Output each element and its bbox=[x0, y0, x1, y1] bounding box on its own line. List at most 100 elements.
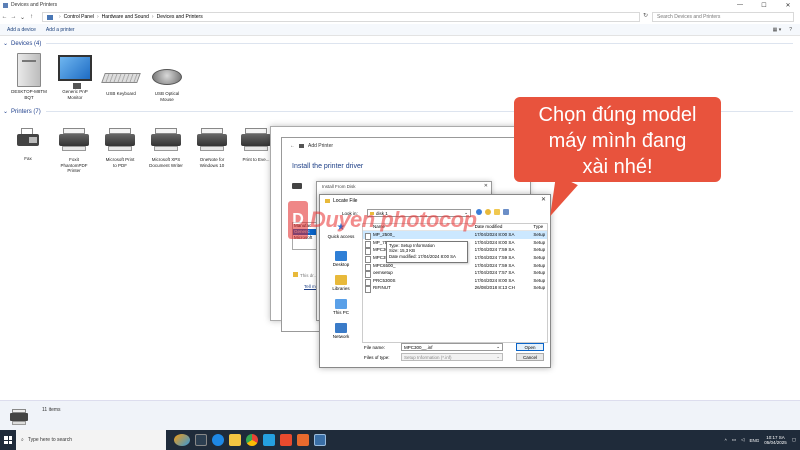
printer-label: Microsoft XPS Document Writer bbox=[149, 157, 183, 168]
place-network[interactable]: Network bbox=[327, 323, 355, 339]
driver-signed-note: This dr... bbox=[293, 272, 317, 278]
place-this-pc[interactable]: This PC bbox=[327, 299, 355, 315]
place-label: This PC bbox=[332, 310, 349, 315]
device-mouse[interactable]: USB Optical Mouse bbox=[144, 55, 190, 102]
watermark-text: Duyen photocop bbox=[310, 207, 477, 232]
window-controls: — ☐ ✕ bbox=[728, 0, 800, 10]
cancel-button[interactable]: Cancel bbox=[516, 353, 544, 361]
system-tray: ^ ▭ ◁ ENG 10:17 SA 05/04/2025 ▢ bbox=[725, 430, 796, 450]
file-type: Setup bbox=[533, 285, 546, 291]
printer-group-icon bbox=[10, 409, 32, 427]
add-printer-heading: Install the printer driver bbox=[292, 163, 364, 170]
back-arrow-icon[interactable]: ← bbox=[290, 143, 295, 149]
search-input[interactable]: Search Devices and Printers bbox=[652, 12, 794, 22]
files-of-type-select[interactable]: Setup Information (*.inf) ⌄ bbox=[401, 353, 503, 361]
view-options-icon[interactable]: ▦ ▾ bbox=[773, 27, 782, 33]
mouse-icon bbox=[152, 69, 182, 85]
chevron-up-icon[interactable]: ^ bbox=[725, 438, 727, 443]
task-view-icon[interactable] bbox=[195, 434, 207, 446]
recent-chevron-icon[interactable]: ⌄ bbox=[18, 14, 27, 21]
clock-date: 05/04/2025 bbox=[764, 440, 787, 445]
widgets-icon[interactable] bbox=[174, 434, 190, 446]
breadcrumb-devices-printers[interactable]: Devices and Printers bbox=[157, 14, 203, 20]
network-icon[interactable]: ▭ bbox=[732, 437, 736, 443]
minimize-button[interactable]: — bbox=[728, 0, 752, 10]
place-libraries[interactable]: Libraries bbox=[327, 275, 355, 291]
file-name-input[interactable]: MPC300__.inf ⌄ bbox=[401, 343, 503, 351]
breadcrumb-control-panel[interactable]: Control Panel bbox=[64, 14, 94, 20]
libraries-icon bbox=[335, 275, 347, 285]
callout-line: Chọn đúng model bbox=[538, 104, 697, 126]
taskbar-search[interactable]: ⌕ Type here to search bbox=[16, 430, 166, 450]
add-printer-button[interactable]: Add a printer bbox=[46, 27, 75, 33]
address-bar[interactable]: › Control Panel › Hardware and Sound › D… bbox=[42, 12, 640, 22]
file-tooltip: Type: Setup Information Size: 15,3 KB Da… bbox=[386, 241, 468, 263]
chrome-icon[interactable] bbox=[246, 434, 258, 446]
group-chevron-icon: ⌄ bbox=[3, 109, 9, 115]
language-indicator[interactable]: ENG bbox=[749, 438, 759, 443]
file-type: Setup bbox=[533, 255, 546, 261]
taskbar-search-text: Type here to search bbox=[27, 437, 73, 443]
edge-icon[interactable] bbox=[212, 434, 224, 446]
notification-icon[interactable]: ▢ bbox=[792, 437, 796, 443]
window-title: Devices and Printers bbox=[11, 2, 58, 8]
chevron-down-icon: ⌄ bbox=[496, 354, 500, 359]
file-type: Setup bbox=[533, 232, 546, 238]
forward-arrow-icon[interactable]: → bbox=[9, 14, 18, 20]
add-device-button[interactable]: Add a device bbox=[7, 27, 36, 33]
details-pane: 11 items bbox=[0, 400, 800, 430]
printer-label: Foxit PhantomPDF Printer bbox=[60, 157, 88, 173]
view-menu-icon[interactable] bbox=[503, 209, 509, 215]
printer-fax[interactable]: Fax bbox=[5, 128, 51, 162]
printer-driver-icon bbox=[292, 183, 302, 189]
device-label: USB Keyboard bbox=[106, 91, 136, 96]
column-type[interactable]: Type bbox=[533, 224, 547, 230]
start-button[interactable] bbox=[0, 430, 16, 450]
close-button[interactable]: ✕ bbox=[776, 0, 800, 10]
place-desktop[interactable]: Desktop bbox=[327, 251, 355, 267]
open-button[interactable]: Open bbox=[516, 343, 544, 351]
tooltip-date: Date modified: 17/04/2024 8:00 SA bbox=[389, 253, 456, 259]
printer-ms-pdf[interactable]: Microsoft Print to PDF bbox=[97, 128, 143, 168]
app-icon[interactable] bbox=[263, 434, 275, 446]
close-icon[interactable]: ✕ bbox=[484, 183, 488, 189]
place-label: Desktop bbox=[332, 262, 350, 267]
file-explorer-icon[interactable] bbox=[229, 434, 241, 446]
group-chevron-icon: ⌄ bbox=[3, 41, 9, 47]
fax-icon bbox=[15, 128, 41, 152]
devices-group-header[interactable]: ⌄ Devices (4) bbox=[3, 40, 793, 48]
control-panel-icon bbox=[47, 14, 53, 20]
file-row[interactable]: oemsetup 17/04/2024 7:57 SA Setup bbox=[363, 269, 547, 279]
file-date: 26/08/2018 8:13 CH bbox=[474, 285, 515, 291]
callout-line: máy mình đang bbox=[548, 130, 687, 152]
monitor-icon bbox=[58, 55, 92, 89]
app-icon[interactable] bbox=[297, 434, 309, 446]
refresh-icon[interactable]: ↻ bbox=[643, 12, 648, 19]
taskbar-apps bbox=[174, 434, 326, 446]
control-panel-taskbar-icon[interactable] bbox=[314, 434, 326, 446]
volume-icon[interactable]: ◁ bbox=[741, 437, 744, 443]
help-icon[interactable]: ? bbox=[789, 27, 792, 33]
file-date: 17/04/2024 7:57 SA bbox=[474, 270, 515, 276]
place-label: Network bbox=[332, 334, 350, 339]
printer-ms-xps[interactable]: Microsoft XPS Document Writer bbox=[143, 128, 189, 168]
breadcrumb-hardware-sound[interactable]: Hardware and Sound bbox=[102, 14, 149, 20]
printer-foxit[interactable]: Foxit PhantomPDF Printer bbox=[51, 128, 97, 174]
device-label: Generic PnP Monitor bbox=[62, 89, 88, 100]
back-arrow-icon[interactable]: ← bbox=[0, 14, 9, 20]
maximize-button[interactable]: ☐ bbox=[752, 0, 776, 10]
file-type: Setup bbox=[533, 239, 546, 245]
device-keyboard[interactable]: USB Keyboard bbox=[98, 55, 144, 97]
printer-icon bbox=[241, 128, 271, 152]
file-date: 17/04/2024 8:00 SA bbox=[474, 277, 515, 283]
up-arrow-icon[interactable]: ↑ bbox=[27, 14, 36, 20]
file-row[interactable]: PRC5300S 17/04/2024 8:00 SA Setup bbox=[363, 277, 547, 286]
device-desktop[interactable]: DESKTOP-M8TM BQT bbox=[6, 53, 52, 100]
printer-onenote[interactable]: OneNote for Windows 10 bbox=[189, 128, 235, 168]
clock[interactable]: 10:17 SA 05/04/2025 bbox=[764, 435, 787, 446]
file-name: MPC6500_ bbox=[363, 263, 475, 271]
file-row[interactable]: RIFINUT 26/08/2018 8:13 CH Setup bbox=[363, 284, 547, 294]
app-icon[interactable] bbox=[280, 434, 292, 446]
device-monitor[interactable]: Generic PnP Monitor bbox=[52, 55, 98, 100]
file-type: Setup bbox=[533, 247, 546, 253]
